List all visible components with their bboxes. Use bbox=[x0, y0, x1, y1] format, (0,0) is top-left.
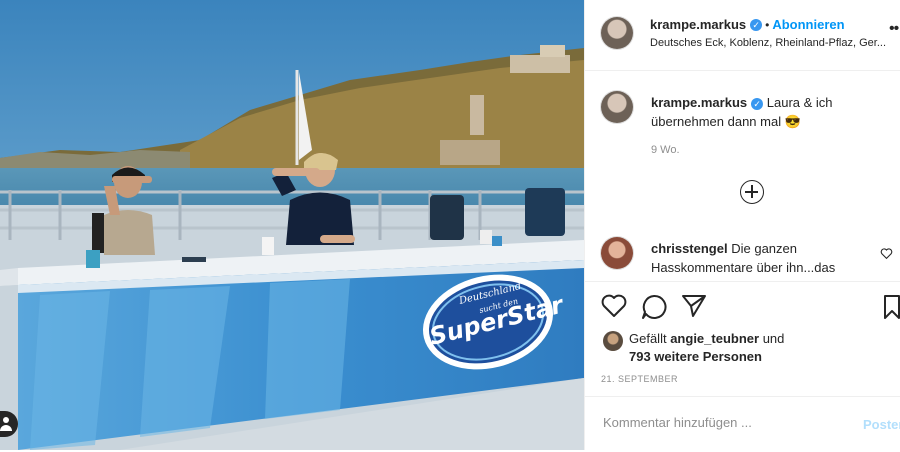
post-comment-button[interactable]: Posten bbox=[863, 417, 900, 432]
liker-username[interactable]: angie_teubner bbox=[670, 331, 759, 346]
verified-badge-icon: ✓ bbox=[751, 97, 764, 110]
heart-icon[interactable] bbox=[601, 294, 627, 318]
bookmark-icon[interactable] bbox=[883, 294, 900, 320]
add-comment-bar: Posten bbox=[585, 396, 900, 452]
post-image[interactable]: Deutschland sucht den SuperStar bbox=[0, 0, 584, 450]
load-more-comments-icon[interactable] bbox=[740, 180, 764, 204]
comment-icon[interactable] bbox=[641, 294, 667, 320]
post-caption: krampe.markus ✓ Laura & ich übernehmen da… bbox=[651, 93, 881, 131]
separator-dot: • bbox=[765, 18, 770, 32]
author-avatar[interactable] bbox=[601, 17, 633, 49]
verified-badge-icon: ✓ bbox=[750, 18, 763, 31]
post-date[interactable]: 21. SEPTEMBER bbox=[601, 374, 678, 384]
caption-author-username[interactable]: krampe.markus bbox=[651, 95, 747, 110]
comments-list: krampe.markus ✓ Laura & ich übernehmen da… bbox=[585, 71, 900, 280]
share-icon[interactable] bbox=[681, 294, 707, 318]
likes-others-link[interactable]: 793 weitere Personen bbox=[629, 349, 762, 364]
comment-like-heart-icon[interactable] bbox=[880, 247, 893, 260]
post-location[interactable]: Deutsches Eck, Koblenz, Rheinland-Pflaz,… bbox=[650, 37, 895, 49]
author-line: krampe.markus ✓ • Abonnieren bbox=[650, 16, 845, 34]
post-header: krampe.markus ✓ • Abonnieren Deutsches Eck,… bbox=[585, 0, 900, 71]
likes-conjunction: und bbox=[762, 331, 785, 346]
post-actions: Gefällt angie_teubner und 793 weitere Pe… bbox=[585, 281, 900, 451]
comment-item: chrisstengel Die ganzen Hasskommentare ü… bbox=[651, 239, 866, 277]
photo-scene: Deutschland sucht den SuperStar bbox=[0, 0, 584, 450]
more-horizontal-icon[interactable]: •• bbox=[889, 20, 899, 38]
liker-avatar[interactable] bbox=[603, 331, 623, 351]
author-username[interactable]: krampe.markus bbox=[650, 17, 746, 32]
follow-button[interactable]: Abonnieren bbox=[772, 17, 844, 32]
likes-summary: Gefällt angie_teubner und 793 weitere Pe… bbox=[629, 330, 869, 366]
comment-author-username[interactable]: chrisstengel bbox=[651, 241, 728, 256]
commenter-avatar[interactable] bbox=[601, 237, 633, 269]
post-sidebar: krampe.markus ✓ • Abonnieren Deutsches Eck,… bbox=[584, 0, 900, 450]
comment-input[interactable] bbox=[601, 414, 855, 431]
likes-prefix: Gefällt bbox=[629, 331, 667, 346]
caption-author-avatar[interactable] bbox=[601, 91, 633, 123]
post-timestamp[interactable]: 9 Wo. bbox=[651, 144, 680, 156]
